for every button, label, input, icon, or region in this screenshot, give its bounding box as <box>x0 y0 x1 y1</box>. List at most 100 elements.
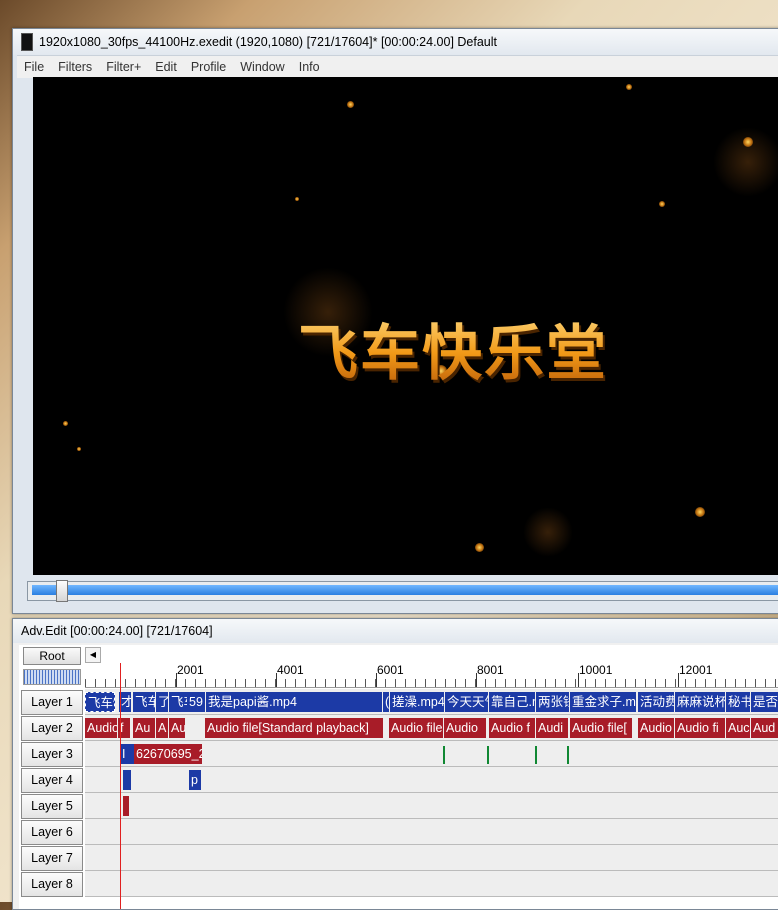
layer-row: Layer 4 p <box>19 767 778 793</box>
menu-filters[interactable]: Filters <box>51 60 99 74</box>
timeline-window-title: Adv.Edit [00:00:24.00] [721/17604] <box>21 624 213 638</box>
video-clip[interactable]: 两张钱 <box>536 692 569 712</box>
layer-row: Layer 1 飞车快 才 飞车 了 飞车 59 我是papi酱.mp4 ( 搓… <box>19 689 778 715</box>
video-preview[interactable]: 飞车快乐堂 <box>33 77 778 575</box>
layer-track[interactable]: Audio f Au A Au Audio file[Standard play… <box>85 715 778 741</box>
layer-track[interactable] <box>85 793 778 819</box>
root-button[interactable]: Root <box>23 647 81 665</box>
menu-edit[interactable]: Edit <box>148 60 184 74</box>
layer-label[interactable]: Layer 8 <box>21 872 83 897</box>
ruler-tick: 6001 <box>376 663 404 687</box>
video-clip[interactable]: 重金求子.m <box>570 692 636 712</box>
timeline-titlebar[interactable]: Adv.Edit [00:00:24.00] [721/17604] <box>13 619 778 643</box>
audio-clip[interactable] <box>123 796 129 816</box>
seek-bar[interactable] <box>27 580 778 602</box>
playhead-cursor[interactable] <box>120 663 121 909</box>
timeline-area: Root ◀ 2001 4001 6001 8001 10001 12001 L… <box>19 645 778 909</box>
video-clip[interactable]: 活动费 <box>638 692 674 712</box>
video-clip[interactable]: 靠自己.m <box>489 692 535 712</box>
sparkle <box>77 447 81 451</box>
video-clip[interactable]: 飞车 <box>133 692 155 712</box>
seek-bar-track <box>32 585 778 595</box>
layer-label[interactable]: Layer 1 <box>21 690 83 715</box>
audio-clip[interactable]: A <box>156 718 168 738</box>
sparkle <box>743 137 753 147</box>
layer-track[interactable] <box>85 845 778 871</box>
ruler-tick: 2001 <box>176 663 204 687</box>
layer-row: Layer 7 <box>19 845 778 871</box>
bokeh-glow <box>523 507 573 557</box>
video-clip[interactable] <box>123 770 131 790</box>
sparkle <box>475 543 484 552</box>
audio-clip[interactable]: Au <box>169 718 185 738</box>
sparkle <box>347 101 354 108</box>
video-clip[interactable]: 是否 <box>751 692 778 712</box>
video-clip[interactable]: 飞车 <box>169 692 187 712</box>
layer-label[interactable]: Layer 3 <box>21 742 83 767</box>
timeline-marker <box>535 746 537 764</box>
audio-clip[interactable]: Audio <box>85 718 117 738</box>
audio-clip[interactable]: Aud <box>751 718 778 738</box>
audio-clip[interactable]: Audio <box>444 718 486 738</box>
layer-row: Layer 6 <box>19 819 778 845</box>
ruler-tick: 10001 <box>577 663 613 687</box>
video-clip[interactable]: I <box>120 744 134 764</box>
preview-title-text: 飞车快乐堂 <box>298 305 608 392</box>
layer-track[interactable] <box>85 871 778 897</box>
layer-row: Layer 2 Audio f Au A Au Audio file[Stand… <box>19 715 778 741</box>
scroll-left-icon[interactable]: ◀ <box>85 647 101 663</box>
layer-label[interactable]: Layer 4 <box>21 768 83 793</box>
video-clip[interactable]: 搓澡.mp4 <box>390 692 444 712</box>
main-window-title: 1920x1080_30fps_44100Hz.exedit (1920,108… <box>39 35 498 49</box>
audio-clip[interactable]: Audi <box>536 718 568 738</box>
video-clip[interactable]: 今天天气 <box>445 692 488 712</box>
video-clip[interactable]: 我是papi酱.mp4 <box>206 692 382 712</box>
layer-track[interactable] <box>85 819 778 845</box>
layer-track[interactable]: p <box>85 767 778 793</box>
sparkle <box>659 201 665 207</box>
menu-window[interactable]: Window <box>233 60 291 74</box>
menu-file[interactable]: File <box>17 60 51 74</box>
layer-label[interactable]: Layer 6 <box>21 820 83 845</box>
video-clip[interactable]: 59 <box>187 692 205 712</box>
video-clip[interactable]: ( <box>383 692 389 712</box>
audio-clip[interactable]: Audio <box>638 718 674 738</box>
main-titlebar[interactable]: 1920x1080_30fps_44100Hz.exedit (1920,108… <box>13 29 778 55</box>
menu-bar: File Filters Filter+ Edit Profile Window… <box>17 55 778 78</box>
audio-clip[interactable]: Auc <box>726 718 750 738</box>
video-clip[interactable]: 秘书 <box>726 692 750 712</box>
video-clip[interactable]: 飞车快 <box>85 692 115 712</box>
video-clip[interactable]: 麻麻说杯 <box>675 692 725 712</box>
audio-clip[interactable]: Audio file <box>389 718 443 738</box>
audio-clip[interactable]: 62670695_2 <box>134 744 202 764</box>
layer-label[interactable]: Layer 2 <box>21 716 83 741</box>
sparkle <box>695 507 705 517</box>
seek-slider-thumb[interactable] <box>56 580 68 602</box>
audio-clip[interactable]: Audio file[ <box>570 718 632 738</box>
sparkle <box>626 84 632 90</box>
layer-row: Layer 5 <box>19 793 778 819</box>
video-clip[interactable]: 了 <box>156 692 168 712</box>
audio-clip[interactable]: Audio fi <box>675 718 725 738</box>
layer-track[interactable]: I 62670695_2 <box>85 741 778 767</box>
layer-row: Layer 3 I 62670695_2 <box>19 741 778 767</box>
ruler-tick: 12001 <box>677 663 713 687</box>
audio-clip[interactable]: Audio file[Standard playback] <box>205 718 383 738</box>
layer-label[interactable]: Layer 5 <box>21 794 83 819</box>
audio-clip[interactable]: Au <box>133 718 155 738</box>
layer-row: Layer 8 <box>19 871 778 897</box>
menu-filter-plus[interactable]: Filter+ <box>99 60 148 74</box>
audio-clip[interactable]: Audio f <box>489 718 535 738</box>
film-icon <box>21 33 33 51</box>
sparkle <box>295 197 299 201</box>
video-clip[interactable]: p <box>189 770 201 790</box>
layer-track[interactable]: 飞车快 才 飞车 了 飞车 59 我是papi酱.mp4 ( 搓澡.mp4 今天… <box>85 689 778 715</box>
layer-label[interactable]: Layer 7 <box>21 846 83 871</box>
timeline-marker <box>487 746 489 764</box>
timeline-window: Adv.Edit [00:00:24.00] [721/17604] Root … <box>12 618 778 910</box>
time-ruler[interactable]: 2001 4001 6001 8001 10001 12001 <box>85 663 778 688</box>
menu-profile[interactable]: Profile <box>184 60 233 74</box>
sparkle <box>63 421 68 426</box>
menu-info[interactable]: Info <box>292 60 327 74</box>
waveform-toggle-icon[interactable] <box>23 669 81 685</box>
